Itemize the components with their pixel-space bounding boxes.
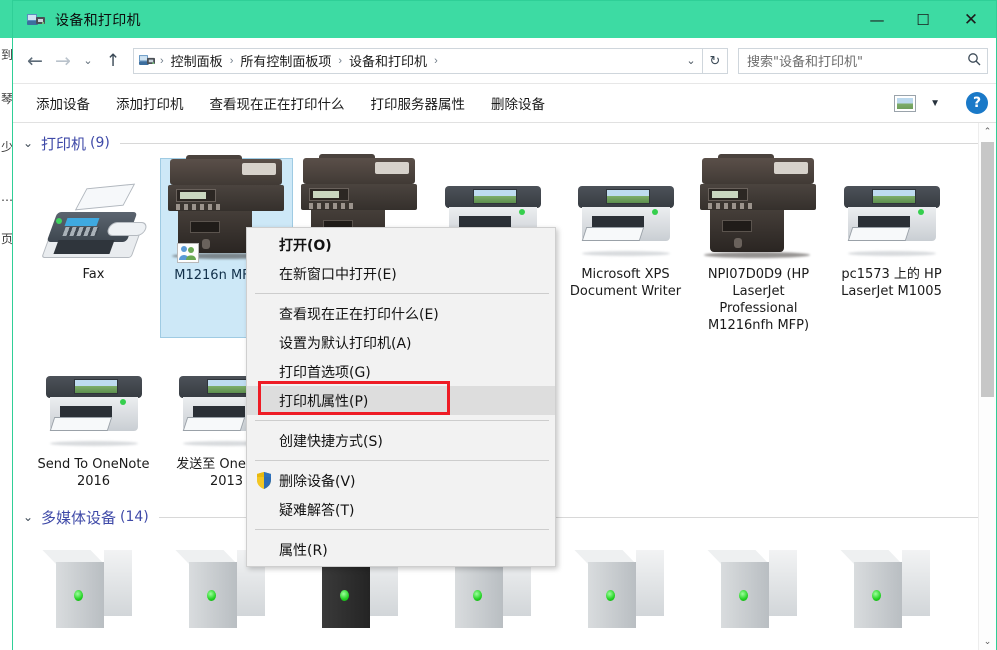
breadcrumb-separator-1[interactable]: › [227, 55, 237, 67]
breadcrumb-item-1[interactable]: 所有控制面板项 [236, 51, 335, 70]
device-icon-wrap [27, 356, 160, 448]
search-icon [961, 52, 987, 69]
chevron-down-icon[interactable]: ▼ [930, 98, 940, 109]
device-icon-wrap [825, 166, 958, 258]
refresh-button[interactable]: ↻ [702, 47, 728, 74]
context-menu-item-troubleshoot[interactable]: 疑难解答(T) [247, 495, 555, 524]
group-title: 打印机 [41, 134, 87, 153]
chevron-down-icon[interactable]: ⌄ [23, 136, 41, 150]
device-icon-wrap [27, 166, 160, 258]
scroll-up-arrow-icon[interactable]: ⌃ [979, 123, 996, 140]
mfp-printer-icon [696, 154, 822, 258]
breadcrumb-separator-2[interactable]: › [335, 55, 345, 67]
up-button[interactable]: ↑ [99, 47, 127, 75]
search-input[interactable]: 搜索"设备和打印机" [739, 51, 961, 70]
device-label: pc1573 上的 HP LaserJet M1005 [841, 267, 942, 299]
context-menu-item-create-shortcut[interactable]: 创建快捷方式(S) [247, 426, 555, 455]
uac-shield-icon [256, 472, 272, 489]
group-count: (9) [90, 135, 110, 151]
device-tile-microsoft-xps-document-writer[interactable]: Microsoft XPS Document Writer [559, 158, 692, 338]
device-tile-multimedia-1[interactable] [27, 536, 160, 628]
context-menu-separator-2 [255, 420, 549, 421]
maximize-button[interactable]: ☐ [900, 1, 946, 38]
device-icon-wrap [692, 154, 825, 258]
chevron-down-icon[interactable]: ⌄ [23, 510, 41, 524]
device-icon-wrap [692, 544, 825, 628]
search-box[interactable]: 搜索"设备和打印机" [738, 47, 988, 74]
breadcrumb-separator-3[interactable]: › [431, 55, 441, 67]
breadcrumb-separator-0[interactable]: › [157, 55, 167, 67]
context-menu-item-set-default-printer[interactable]: 设置为默认打印机(A) [247, 328, 555, 357]
pc-tower-icon [573, 544, 668, 630]
printer-properties-highlight-annotation [258, 381, 450, 415]
close-button[interactable]: ✕ [946, 1, 996, 38]
context-menu-item-open[interactable]: 打开(O) [247, 230, 555, 259]
window-title: 设备和打印机 [55, 12, 141, 29]
laser-printer-icon [38, 370, 150, 448]
device-tile-send-to-onenote-2016[interactable]: Send To OneNote 2016 [27, 348, 160, 494]
pc-tower-icon [41, 544, 136, 630]
device-icon-wrap [559, 166, 692, 258]
toolbar-right-group: ▼ ? [894, 84, 988, 122]
title-bar[interactable]: 设备和打印机 — ☐ ✕ [13, 1, 996, 38]
scrollbar-thumb[interactable] [981, 142, 994, 397]
print-server-properties-button[interactable]: 打印服务器属性 [358, 89, 479, 117]
device-tile-npi07d0d9[interactable]: NPI07D0D9 (HP LaserJet Professional M121… [692, 154, 825, 338]
remove-device-button[interactable]: 删除设备 [478, 89, 558, 117]
context-menu-item-open-new-window[interactable]: 在新窗口中打开(E) [247, 259, 555, 288]
device-icon-wrap [559, 544, 692, 628]
device-tile-pc1573-hp-laserjet-m1005[interactable]: pc1573 上的 HP LaserJet M1005 [825, 158, 958, 338]
device-label: Fax [82, 267, 105, 282]
recent-locations-button[interactable]: ⌄ [77, 47, 99, 75]
breadcrumb-item-0[interactable]: 控制面板 [167, 51, 227, 70]
forward-button[interactable]: → [49, 47, 77, 75]
context-menu-item-remove-device[interactable]: 删除设备(V) [247, 466, 555, 495]
context-menu-item-properties[interactable]: 属性(R) [247, 535, 555, 564]
pc-tower-icon [706, 544, 801, 630]
command-toolbar: 添加设备 添加打印机 查看现在正在打印什么 打印服务器属性 删除设备 ▼ ? [13, 83, 996, 123]
address-bar: ← → ⌄ ↑ › 控制面板 › 所有控制面板项 › 设备和打印机 › ⌄ ↻ … [13, 38, 996, 83]
add-device-button[interactable]: 添加设备 [23, 89, 103, 117]
breadcrumb-dropdown-icon[interactable]: ⌄ [680, 54, 702, 67]
device-icon-wrap [27, 544, 160, 628]
device-label: NPI07D0D9 (HP LaserJet Professional M121… [707, 267, 810, 333]
device-icon-wrap [825, 544, 958, 628]
breadcrumb[interactable]: › 控制面板 › 所有控制面板项 › 设备和打印机 › ⌄ [133, 47, 703, 74]
help-icon[interactable]: ? [966, 92, 988, 114]
shared-device-badge-icon [177, 243, 199, 263]
minimize-button[interactable]: — [854, 1, 900, 38]
device-tile-multimedia-5[interactable] [559, 536, 692, 628]
vertical-scrollbar[interactable]: ⌃ ⌄ [978, 123, 996, 650]
group-title: 多媒体设备 [41, 508, 117, 527]
group-count: (14) [120, 509, 149, 525]
devices-printers-icon [27, 12, 45, 28]
device-label: Microsoft XPS Document Writer [569, 267, 682, 299]
scroll-down-arrow-icon[interactable]: ⌄ [979, 633, 996, 650]
device-tile-fax[interactable]: Fax [27, 158, 160, 338]
laser-printer-icon [570, 180, 682, 258]
fax-icon [40, 183, 149, 258]
device-label: Send To OneNote 2016 [37, 457, 150, 489]
laser-printer-icon [836, 180, 948, 258]
devices-and-printers-window: 到 琴 少 … 页 设备和打印机 — ☐ ✕ ← → ⌄ ↑ › 控制面板 › … [0, 0, 997, 650]
breadcrumb-devices-printers-icon [139, 53, 155, 68]
back-button[interactable]: ← [21, 47, 49, 75]
group-header-printers[interactable]: ⌄ 打印机 (9) [13, 128, 996, 158]
add-printer-button[interactable]: 添加打印机 [103, 89, 197, 117]
view-options-icon[interactable] [894, 94, 917, 112]
device-tile-multimedia-7[interactable] [825, 536, 958, 628]
breadcrumb-item-2[interactable]: 设备和打印机 [345, 51, 431, 70]
window-controls: — ☐ ✕ [854, 1, 996, 38]
context-menu-separator-1 [255, 293, 549, 294]
group-divider [119, 142, 980, 144]
context-menu-item-label: 删除设备(V) [279, 473, 356, 490]
see-whats-printing-button[interactable]: 查看现在正在打印什么 [197, 89, 358, 117]
context-menu-separator-4 [255, 529, 549, 530]
context-menu-separator-3 [255, 460, 549, 461]
pc-tower-icon [839, 544, 934, 630]
context-menu-item-see-whats-printing[interactable]: 查看现在正在打印什么(E) [247, 299, 555, 328]
device-tile-multimedia-6[interactable] [692, 536, 825, 628]
